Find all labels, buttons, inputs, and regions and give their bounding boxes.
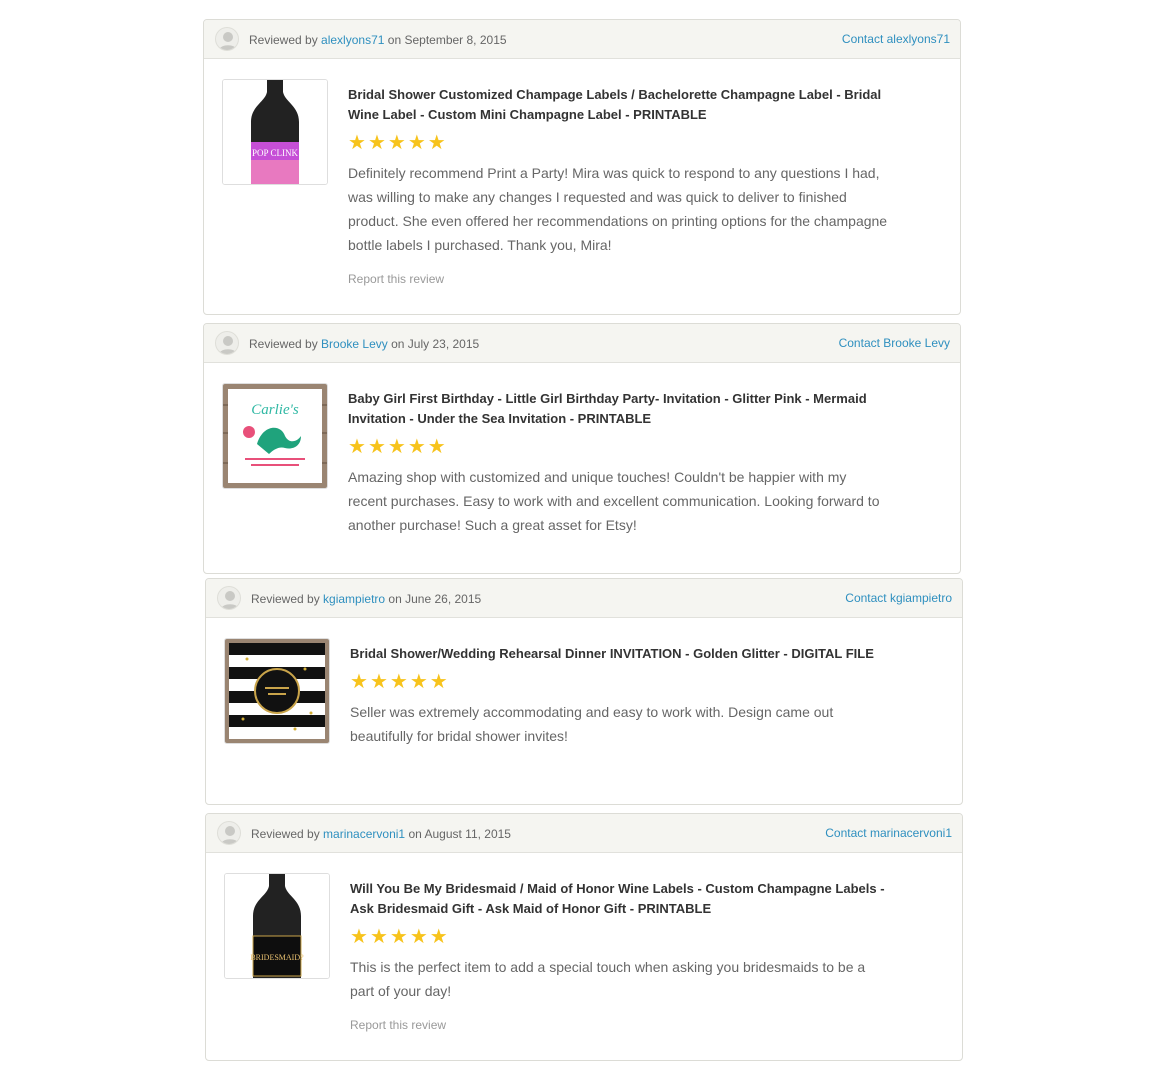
review-card: Reviewed by Brooke Levy on July 23, 2015… [203,323,961,574]
contact-reviewer-link[interactable]: Contact marinacervoni1 [825,826,952,840]
star-icon: ★ [369,671,388,693]
product-thumbnail[interactable]: BRIDESMAID? [224,873,330,979]
star-icon: ★ [387,132,406,154]
star-icon: ★ [409,671,428,693]
review-content: Bridal Shower/Wedding Rehearsal Dinner I… [350,644,890,748]
thumb-label: POP CLINK [252,148,298,158]
reviewed-by-line: Reviewed by kgiampietro on June 26, 2015 [251,592,481,606]
review-content: Will You Be My Bridesmaid / Maid of Hono… [350,879,890,1034]
contact-reviewer-link[interactable]: Contact Brooke Levy [839,336,950,350]
star-icon: ★ [367,436,386,458]
avatar-icon[interactable] [217,821,241,845]
review-content: Baby Girl First Birthday - Little Girl B… [348,389,888,537]
report-review-link[interactable]: Report this review [350,1018,446,1032]
review-text: Seller was extremely accommodating and e… [350,704,834,744]
review-date: July 23, 2015 [407,337,480,351]
date-prefix: on [388,592,402,606]
contact-reviewer-link[interactable]: Contact kgiampietro [845,591,952,605]
star-rating: ★ ★ ★ ★ ★ [350,927,890,947]
reviewer-link[interactable]: kgiampietro [323,592,385,606]
star-rating: ★ ★ ★ ★ ★ [350,672,890,692]
reviewer-link[interactable]: alexlyons71 [321,33,384,47]
review-text: Amazing shop with customized and unique … [348,469,880,533]
star-rating: ★ ★ ★ ★ ★ [348,133,888,153]
star-icon: ★ [369,926,388,948]
review-date: September 8, 2015 [404,33,507,47]
review-text: Definitely recommend Print a Party! Mira… [348,165,888,253]
star-icon: ★ [389,671,408,693]
review-card: Reviewed by kgiampietro on June 26, 2015… [205,578,963,805]
review-date: August 11, 2015 [424,827,511,841]
star-icon: ★ [348,436,366,458]
contact-reviewer-link[interactable]: Contact alexlyons71 [842,32,950,46]
avatar-icon[interactable] [215,331,239,355]
review-header: Reviewed by marinacervoni1 on August 11,… [206,814,962,853]
thumb-label: BRIDESMAID? [250,953,304,962]
reviewer-link[interactable]: Brooke Levy [321,337,388,351]
star-icon: ★ [429,671,448,693]
reviewed-by-label: Reviewed by [251,827,320,841]
avatar-icon[interactable] [217,586,241,610]
star-icon: ★ [348,132,366,154]
product-thumbnail[interactable] [224,638,330,744]
product-title[interactable]: Will You Be My Bridesmaid / Maid of Hono… [350,879,890,919]
review-text: This is the perfect item to add a specia… [350,959,866,999]
report-review-link[interactable]: Report this review [348,272,444,286]
reviewed-by-line: Reviewed by alexlyons71 on September 8, … [249,33,507,47]
star-icon: ★ [429,926,448,948]
star-icon: ★ [350,671,368,693]
reviewer-link[interactable]: marinacervoni1 [323,827,405,841]
reviewed-by-line: Reviewed by marinacervoni1 on August 11,… [251,827,511,841]
product-thumbnail[interactable]: Carlie's [222,383,328,489]
star-icon: ★ [427,132,446,154]
star-rating: ★ ★ ★ ★ ★ [348,437,888,457]
star-icon: ★ [387,436,406,458]
product-title[interactable]: Baby Girl First Birthday - Little Girl B… [348,389,888,429]
date-prefix: on [387,33,402,47]
star-icon: ★ [407,132,426,154]
avatar-icon[interactable] [215,27,239,51]
review-content: Bridal Shower Customized Champage Labels… [348,85,888,288]
reviewed-by-label: Reviewed by [249,33,318,47]
date-prefix: on [391,337,405,351]
star-icon: ★ [350,926,368,948]
star-icon: ★ [367,132,386,154]
product-title[interactable]: Bridal Shower/Wedding Rehearsal Dinner I… [350,644,890,664]
star-icon: ★ [409,926,428,948]
review-date: June 26, 2015 [405,592,482,606]
product-thumbnail[interactable]: POP CLINK [222,79,328,185]
product-title[interactable]: Bridal Shower Customized Champage Labels… [348,85,888,125]
review-header: Reviewed by Brooke Levy on July 23, 2015… [204,324,960,363]
star-icon: ★ [427,436,446,458]
review-header: Reviewed by kgiampietro on June 26, 2015… [206,579,962,618]
review-card: Reviewed by alexlyons71 on September 8, … [203,19,961,315]
reviewed-by-label: Reviewed by [249,337,318,351]
star-icon: ★ [389,926,408,948]
star-icon: ★ [407,436,426,458]
thumb-label: Carlie's [251,402,299,418]
review-header: Reviewed by alexlyons71 on September 8, … [204,20,960,59]
review-card: Reviewed by marinacervoni1 on August 11,… [205,813,963,1061]
reviewed-by-line: Reviewed by Brooke Levy on July 23, 2015 [249,337,479,351]
reviewed-by-label: Reviewed by [251,592,320,606]
date-prefix: on [408,827,422,841]
